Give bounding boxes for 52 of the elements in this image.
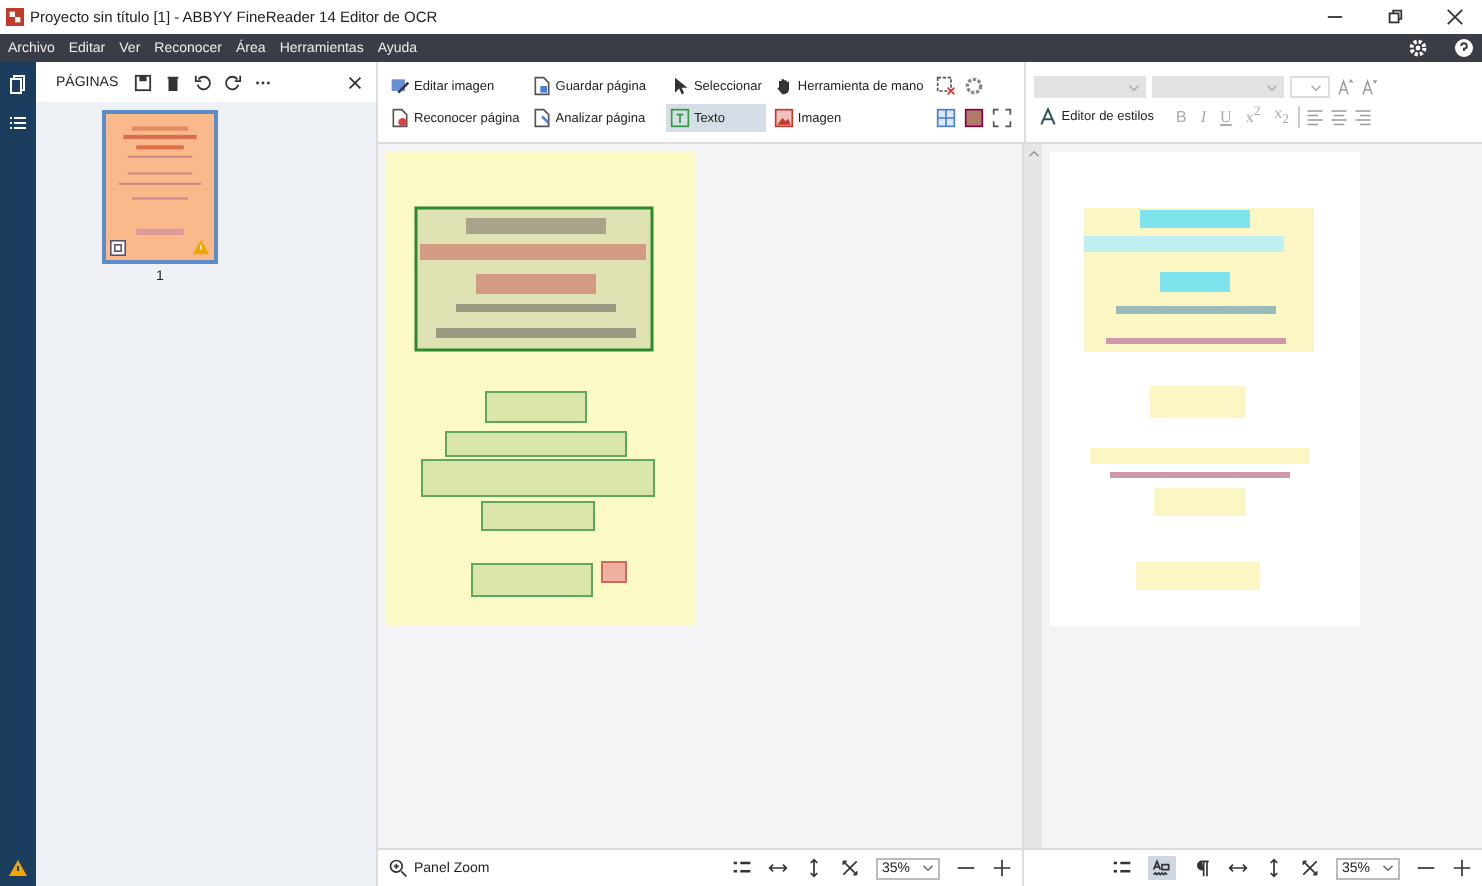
- marks-toggle[interactable]: [1148, 856, 1176, 880]
- font-icon: [1037, 106, 1058, 126]
- image-area-icon: [773, 108, 794, 128]
- grow-font-icon[interactable]: [1335, 78, 1354, 96]
- zoom-icon: [388, 858, 408, 878]
- pages-icon[interactable]: [8, 74, 28, 94]
- spelling-icon: [1152, 858, 1172, 878]
- align-center-icon[interactable]: [1330, 107, 1349, 125]
- align-left-icon[interactable]: [1306, 107, 1325, 125]
- list-icon[interactable]: [8, 114, 28, 134]
- fit-height-icon[interactable]: [1264, 858, 1284, 878]
- help-icon[interactable]: [1454, 38, 1474, 58]
- zoom-in-icon[interactable]: [1452, 858, 1472, 878]
- fit-height-icon[interactable]: [804, 858, 824, 878]
- recognize-page-icon: [390, 108, 410, 128]
- hand-icon: [773, 76, 794, 96]
- cursor-icon: [669, 76, 690, 96]
- fit-page-icon[interactable]: [840, 858, 860, 878]
- chevron-icon: [1382, 864, 1394, 872]
- shrink-font-icon[interactable]: [1359, 78, 1378, 96]
- fit-width-icon[interactable]: [768, 858, 788, 878]
- frame-icon[interactable]: [991, 108, 1012, 128]
- list-view-icon[interactable]: [1112, 858, 1132, 878]
- rotate-left-icon[interactable]: [194, 73, 213, 91]
- save-icon[interactable]: [134, 73, 153, 91]
- fit-width-icon[interactable]: [1228, 858, 1248, 878]
- app-icon: [6, 8, 24, 26]
- text-area-icon: [669, 108, 690, 128]
- chevron-icon: [1127, 83, 1140, 91]
- background-area-icon[interactable]: [963, 108, 984, 128]
- list-view-icon[interactable]: [732, 858, 752, 878]
- chevron-icon: [1265, 83, 1278, 91]
- chevron-icon: [1309, 83, 1322, 91]
- close-icon[interactable]: [346, 73, 364, 91]
- settings-icon[interactable]: [1408, 38, 1428, 58]
- trash-icon[interactable]: [164, 73, 183, 91]
- close-icon[interactable]: [1446, 8, 1464, 26]
- restore-icon[interactable]: [1386, 8, 1404, 26]
- paragraph-icon[interactable]: [1192, 858, 1212, 878]
- save-page-icon: [531, 76, 552, 96]
- page-type-icon: [110, 240, 126, 256]
- delete-areas-icon[interactable]: [935, 76, 956, 96]
- warning-icon[interactable]: [8, 858, 28, 878]
- chevron-icon: [922, 864, 934, 872]
- fit-page-icon[interactable]: [1300, 858, 1320, 878]
- table-area-icon[interactable]: [935, 108, 956, 128]
- gear-icon[interactable]: [963, 76, 984, 96]
- rotate-right-icon[interactable]: [224, 73, 243, 91]
- align-right-icon[interactable]: [1354, 107, 1373, 125]
- analyze-page-icon: [531, 108, 552, 128]
- edit-image-icon: [390, 76, 410, 96]
- zoom-in-icon[interactable]: [992, 858, 1012, 878]
